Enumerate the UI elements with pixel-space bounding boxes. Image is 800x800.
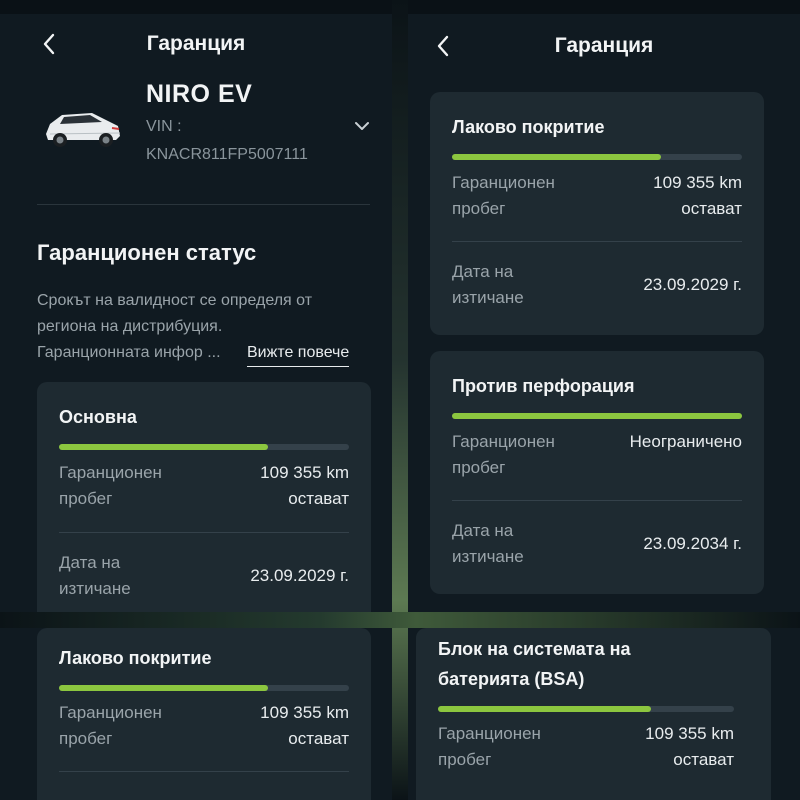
warranty-screen-left: Гаранция NIRO EV VIN : KNACR811FP5007111… [0,14,392,626]
progress-bar [59,444,349,450]
warranty-card-battery[interactable]: Блок на системата на батерията (BSA) Гар… [416,628,771,800]
divider [452,241,742,242]
card-title: Основна [59,407,137,427]
card-title: Лаково покритие [59,648,212,668]
label-line: изтичане [59,579,131,598]
value-line: 109 355 km [260,463,349,482]
mileage-label: Гаранционен пробег [59,460,162,512]
mileage-value: 109 355 km остават [653,170,742,222]
title-line: Блок на системата на [438,639,631,659]
screen-divider-glow [392,0,408,800]
screen-divider-glow [0,612,800,628]
card-title: Блок на системата на батерията (BSA) [438,636,631,692]
label-line: пробег [452,458,506,477]
progress-fill [59,444,268,450]
label-line: Гаранционен [438,724,541,743]
value-line: 109 355 km [653,173,742,192]
chevron-down-icon [355,122,369,130]
mileage-label: Гаранционен пробег [452,170,555,222]
divider [59,532,349,533]
label-line: Гаранционен [59,703,162,722]
warranty-status-heading: Гаранционен статус [37,240,257,265]
label-line: Дата на [59,553,121,572]
mileage-label: Гаранционен пробег [438,721,541,773]
vin-value: KNACR811FP5007111 [146,146,308,163]
label-line: пробег [452,199,506,218]
warranty-screen-bottom-left: Лаково покритие Гаранционен пробег 109 35… [0,628,392,800]
mileage-label: Гаранционен пробег [452,429,555,481]
progress-fill [452,154,661,160]
mileage-label: Гаранционен пробег [59,700,162,752]
progress-bar [452,413,742,419]
label-line: Гаранционен [452,432,555,451]
vehicle-model: NIRO EV [146,80,253,108]
value-line: остават [288,729,349,748]
mileage-value: 109 355 km остават [645,721,734,773]
page-title: Гаранция [554,34,654,57]
progress-fill [59,685,268,691]
progress-fill [438,706,652,712]
title-line: батерията (BSA) [438,669,585,689]
divider [452,500,742,501]
label-line: изтичане [452,288,524,307]
vin-label: VIN : [146,118,182,135]
warranty-card-basic[interactable]: Основна Гаранционен пробег 109 355 km оста… [37,382,371,626]
warranty-card-paint[interactable]: Лаково покритие Гаранционен пробег 109 35… [430,92,764,335]
value-line: 109 355 km [645,724,734,743]
expiry-label: Дата на изтичане [452,259,524,311]
expiry-label: Дата на изтичане [59,550,131,602]
progress-bar [59,685,349,691]
warranty-card-paint[interactable]: Лаково покритие Гаранционен пробег 109 35… [37,628,371,800]
label-line: Гаранционен [452,173,555,192]
warranty-screen-right: Гаранция Лаково покритие Гаранционен проб… [408,14,800,614]
progress-bar [438,706,734,712]
value-line: 109 355 km [260,703,349,722]
label-line: пробег [438,750,492,769]
expiry-value: 23.09.2029 г. [250,566,349,585]
card-title: Против перфорация [452,376,635,396]
expiry-value: 23.09.2034 г. [643,534,742,553]
warranty-screen-bottom-right: Блок на системата на батерията (BSA) Гар… [408,628,800,800]
mileage-value: Неограничено [629,432,742,451]
value-line: остават [673,750,734,769]
label-line: пробег [59,729,113,748]
label-line: Гаранционен [59,463,162,482]
value-line: остават [681,199,742,218]
mileage-value: 109 355 km остават [260,460,349,512]
divider [37,204,370,205]
progress-fill [452,413,742,419]
card-title: Лаково покритие [452,117,605,137]
label-line: Дата на [452,262,514,281]
divider [59,771,349,772]
car-image [40,100,124,152]
expiry-value: 23.09.2029 г. [643,275,742,294]
description-line: региона на дистрибуция. [37,318,223,335]
vehicle-selector-toggle[interactable] [352,116,372,136]
warranty-card-perforation[interactable]: Против перфорация Гаранционен пробег Неог… [430,351,764,594]
page-title: Гаранция [146,32,246,55]
see-more-link[interactable]: Вижте повече [247,340,350,367]
label-line: Дата на [452,521,514,540]
app-header: Гаранция [0,28,392,60]
label-line: пробег [59,489,113,508]
label-line: изтичане [452,547,524,566]
progress-bar [452,154,742,160]
mileage-value: 109 355 km остават [260,700,349,752]
value-line: остават [288,489,349,508]
expiry-label: Дата на изтичане [452,518,524,570]
app-header: Гаранция [408,30,800,62]
description-line: Срокът на валидност се определя от [37,292,313,309]
